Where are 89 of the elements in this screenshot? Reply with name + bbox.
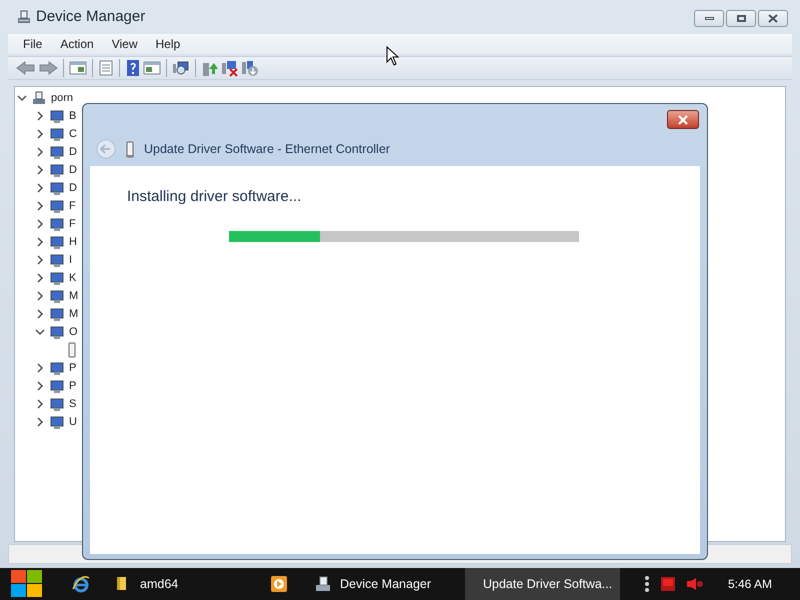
device-manager-icon bbox=[314, 575, 332, 593]
expand-chevron-icon[interactable] bbox=[35, 399, 45, 409]
device-icon bbox=[49, 252, 65, 268]
tree-item[interactable]: F bbox=[69, 198, 76, 214]
expand-chevron-icon[interactable] bbox=[35, 111, 45, 121]
close-icon bbox=[767, 14, 779, 23]
collapse-chevron-icon[interactable] bbox=[17, 93, 27, 103]
disable-device-icon[interactable] bbox=[241, 59, 259, 77]
device-icon bbox=[49, 198, 65, 214]
expand-chevron-icon[interactable] bbox=[35, 309, 45, 319]
close-button[interactable] bbox=[667, 110, 699, 129]
computer-icon bbox=[31, 90, 47, 106]
dialog-heading: Installing driver software... bbox=[127, 187, 302, 207]
media-player-icon bbox=[270, 575, 288, 593]
device-icon bbox=[49, 108, 65, 124]
tree-item[interactable]: U bbox=[69, 414, 77, 430]
expand-chevron-icon[interactable] bbox=[35, 417, 45, 427]
device-icon bbox=[49, 306, 65, 322]
tree-item[interactable]: H bbox=[69, 234, 77, 250]
device-icon bbox=[49, 288, 65, 304]
tree-item[interactable]: M bbox=[69, 306, 78, 322]
tree-item[interactable]: K bbox=[69, 270, 76, 286]
expand-chevron-icon[interactable] bbox=[35, 129, 45, 139]
expand-chevron-icon[interactable] bbox=[35, 219, 45, 229]
tree-item[interactable]: S bbox=[69, 396, 76, 412]
tree-item[interactable]: I bbox=[69, 252, 72, 268]
menu-item[interactable]: File bbox=[16, 35, 50, 53]
device-icon bbox=[49, 234, 65, 250]
properties-icon[interactable] bbox=[98, 60, 114, 76]
clock[interactable]: 5:46 AM bbox=[728, 575, 772, 593]
tree-item[interactable]: B bbox=[69, 108, 76, 124]
close-icon bbox=[677, 114, 689, 124]
taskbar-button[interactable]: Update Driver Softwa... bbox=[465, 568, 620, 600]
network-icon[interactable] bbox=[660, 576, 676, 592]
tree-item[interactable]: D bbox=[69, 144, 77, 160]
menu-item[interactable]: Help bbox=[148, 35, 188, 53]
menu-item[interactable]: View bbox=[104, 35, 144, 53]
device-icon bbox=[49, 324, 65, 340]
device-icon bbox=[49, 180, 65, 196]
device-icon bbox=[49, 360, 65, 376]
tree-item[interactable]: D bbox=[69, 180, 77, 196]
minimize-button[interactable] bbox=[694, 10, 724, 27]
expand-chevron-icon[interactable] bbox=[35, 381, 45, 391]
device-icon bbox=[49, 126, 65, 142]
browser-icon[interactable] bbox=[72, 575, 90, 593]
console-tree-icon[interactable] bbox=[69, 60, 87, 76]
tree-item[interactable]: porn bbox=[51, 90, 74, 106]
expand-chevron-icon[interactable] bbox=[35, 255, 45, 265]
forward-icon[interactable] bbox=[38, 60, 58, 76]
overflow-icon[interactable] bbox=[644, 575, 650, 593]
tree-item[interactable]: O bbox=[69, 324, 78, 340]
device-icon bbox=[49, 162, 65, 178]
menu-item[interactable]: Action bbox=[53, 35, 101, 53]
back-icon[interactable] bbox=[16, 60, 36, 76]
tree-item[interactable]: P bbox=[69, 378, 76, 394]
expand-chevron-icon[interactable] bbox=[35, 363, 45, 373]
tree-item[interactable]: D bbox=[69, 162, 77, 178]
expand-chevron-icon[interactable] bbox=[35, 237, 45, 247]
maximize-button[interactable] bbox=[726, 10, 756, 27]
expand-chevron-icon[interactable] bbox=[35, 201, 45, 211]
mouse-cursor-icon bbox=[386, 46, 399, 66]
device-icon bbox=[49, 378, 65, 394]
action-pane-icon[interactable] bbox=[143, 60, 161, 76]
dialog-title: Update Driver Software - Ethernet Controller bbox=[144, 140, 390, 158]
window-title: Device Manager bbox=[36, 6, 146, 27]
network-adapter-icon bbox=[67, 342, 77, 358]
tree-item[interactable]: M bbox=[69, 288, 78, 304]
tree-item[interactable]: P bbox=[69, 360, 76, 376]
tree-item[interactable]: F bbox=[69, 216, 76, 232]
speaker-icon[interactable] bbox=[686, 577, 704, 591]
expand-chevron-icon[interactable] bbox=[35, 165, 45, 175]
device-icon bbox=[49, 270, 65, 286]
help-icon[interactable] bbox=[125, 59, 141, 77]
uninstall-icon[interactable] bbox=[221, 59, 239, 77]
device-icon bbox=[49, 144, 65, 160]
scan-hardware-icon[interactable] bbox=[172, 60, 190, 76]
expand-chevron-icon[interactable] bbox=[35, 183, 45, 193]
network-adapter-icon bbox=[124, 140, 136, 158]
device-icon bbox=[49, 396, 65, 412]
collapse-chevron-icon[interactable] bbox=[35, 327, 45, 337]
expand-chevron-icon[interactable] bbox=[35, 147, 45, 157]
expand-chevron-icon[interactable] bbox=[35, 291, 45, 301]
close-button[interactable] bbox=[758, 10, 788, 27]
start-button-icon[interactable] bbox=[10, 568, 44, 600]
expand-chevron-icon[interactable] bbox=[35, 273, 45, 283]
device-manager-icon bbox=[16, 9, 32, 25]
device-icon bbox=[49, 414, 65, 430]
tree-item[interactable]: C bbox=[69, 126, 77, 142]
device-icon bbox=[49, 216, 65, 232]
